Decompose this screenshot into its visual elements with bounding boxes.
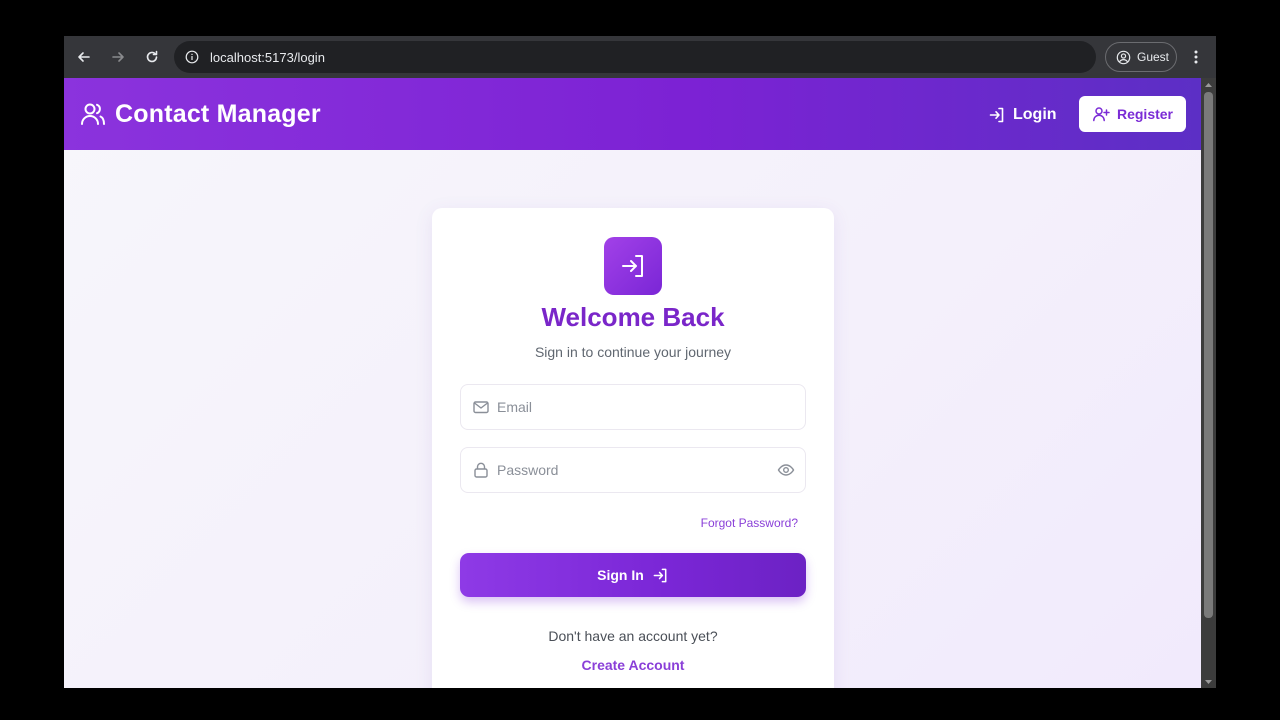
login-icon-badge xyxy=(604,237,662,295)
page-subtitle: Sign in to continue your journey xyxy=(534,344,732,360)
back-arrow-icon xyxy=(78,52,90,62)
login-card: Welcome Back Sign in to continue your jo… xyxy=(432,208,834,688)
forward-button[interactable] xyxy=(102,41,134,73)
address-bar[interactable]: localhost:5173/login xyxy=(174,41,1096,73)
brand-title: Contact Manager xyxy=(115,99,321,128)
reload-icon xyxy=(146,50,158,63)
email-field[interactable] xyxy=(460,384,806,430)
brand[interactable]: Contact Manager xyxy=(79,100,321,129)
page-viewport: Contact Manager Login Register Welcome B… xyxy=(64,78,1201,688)
browser-toolbar: localhost:5173/login Guest xyxy=(64,36,1216,78)
header-register-label: Register xyxy=(1116,106,1174,122)
scroll-down-arrow-icon[interactable] xyxy=(1204,678,1213,686)
scrollbar[interactable] xyxy=(1201,78,1216,688)
mail-icon xyxy=(472,398,490,416)
profile-button[interactable]: Guest xyxy=(1105,42,1177,72)
reload-button[interactable] xyxy=(136,41,168,73)
create-account-link[interactable]: Create Account xyxy=(432,657,834,673)
show-password-icon[interactable] xyxy=(777,461,795,479)
page-title: Welcome Back xyxy=(541,302,725,332)
header-login-label: Login xyxy=(1013,106,1057,123)
app-header: Contact Manager Login Register xyxy=(64,78,1201,150)
login-icon xyxy=(989,107,1004,123)
profile-icon xyxy=(1116,50,1131,64)
back-button[interactable] xyxy=(68,41,100,73)
profile-label: Guest xyxy=(1137,50,1170,64)
password-input[interactable] xyxy=(497,462,767,478)
sign-in-label: Sign In xyxy=(597,567,644,583)
site-info-icon[interactable] xyxy=(178,43,206,71)
header-login-link[interactable]: Login xyxy=(988,100,1057,130)
login-icon xyxy=(622,255,643,277)
email-input[interactable] xyxy=(497,399,767,415)
scrollbar-thumb[interactable] xyxy=(1204,92,1213,618)
sign-in-button[interactable]: Sign In xyxy=(460,553,806,597)
scroll-up-arrow-icon[interactable] xyxy=(1204,81,1213,89)
forward-arrow-icon xyxy=(112,52,124,62)
browser-window: localhost:5173/login Guest Contact Manag… xyxy=(64,36,1216,688)
password-field[interactable] xyxy=(460,447,806,493)
login-icon xyxy=(653,568,667,582)
users-icon xyxy=(81,103,105,125)
header-register-button[interactable]: Register xyxy=(1079,96,1186,132)
lock-icon xyxy=(472,461,490,479)
no-account-text: Don't have an account yet? xyxy=(548,628,718,644)
more-menu-icon[interactable] xyxy=(1186,46,1206,68)
forgot-password-link[interactable]: Forgot Password? xyxy=(701,516,798,530)
url-text: localhost:5173/login xyxy=(210,49,325,65)
user-plus-icon xyxy=(1093,107,1110,122)
